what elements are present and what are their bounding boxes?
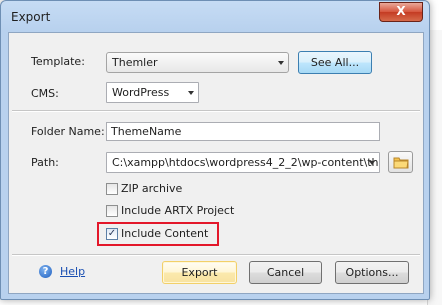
browse-folder-button[interactable] [388,151,413,173]
include-content-checkbox[interactable]: ✓ [106,228,118,240]
help-icon[interactable]: ? [39,265,52,278]
export-button[interactable]: Export [162,261,237,284]
chevron-down-icon [369,161,375,165]
export-dialog: Export X Template: Themler See All... CM… [0,0,430,300]
cms-label: CMS: [31,87,59,100]
separator [12,254,420,256]
help-link[interactable]: Help [60,265,85,278]
chevron-down-icon [278,61,284,65]
include-artx-label[interactable]: Include ARTX Project [121,204,234,217]
folder-name-input[interactable]: ThemeName [106,122,380,141]
options-button[interactable]: Options... [335,261,409,284]
path-select-value: C:\xampp\htdocs\wordpress4_2_2\wp-conten… [112,156,380,169]
close-button[interactable]: X [379,2,423,22]
zip-archive-label[interactable]: ZIP archive [121,182,182,195]
separator [12,110,420,112]
see-all-button[interactable]: See All... [298,51,372,74]
include-content-label[interactable]: Include Content [121,227,208,240]
zip-archive-checkbox[interactable] [106,183,118,195]
chevron-down-icon [188,91,194,95]
folder-icon [393,157,409,169]
include-artx-checkbox[interactable] [106,205,118,217]
dialog-content: Template: Themler See All... CMS: WordPr… [8,32,424,294]
folder-name-label: Folder Name: [31,125,105,138]
path-label: Path: [31,156,59,169]
cms-select[interactable]: WordPress [106,82,199,103]
template-select-value: Themler [112,56,158,69]
checkmark-icon: ✓ [107,228,117,239]
cancel-button[interactable]: Cancel [249,261,322,284]
template-label: Template: [31,55,85,68]
dialog-title: Export [11,10,51,24]
title-bar: Export X [1,1,429,31]
cms-select-value: WordPress [112,86,170,99]
path-select[interactable]: C:\xampp\htdocs\wordpress4_2_2\wp-conten… [106,152,380,173]
template-select[interactable]: Themler [106,52,289,73]
